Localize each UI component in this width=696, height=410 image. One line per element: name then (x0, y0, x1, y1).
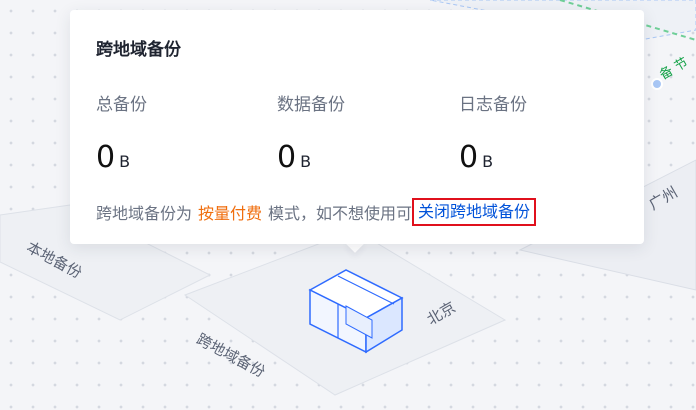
log-backup-stat: 日志备份 0B (459, 90, 527, 179)
path-node (651, 78, 663, 90)
billing-note: 跨地域备份为 按量付费 模式，如不想使用可 关闭跨地域备份 (96, 198, 537, 226)
stat-number: 0 (96, 140, 116, 175)
note-suffix: 模式，如不想使用可 (268, 204, 413, 223)
close-cross-region-backup-link[interactable]: 关闭跨地域备份 (412, 198, 537, 226)
data-backup-stat: 数据备份 0B (277, 90, 345, 179)
total-backup-stat: 总备份 0B (96, 90, 147, 179)
popover-title: 跨地域备份 (96, 40, 181, 60)
stat-number: 0 (277, 140, 297, 175)
stat-unit: B (482, 152, 494, 171)
stat-value: 0B (277, 141, 345, 179)
stat-value: 0B (459, 141, 527, 179)
stat-label: 数据备份 (277, 95, 345, 115)
stat-label: 总备份 (96, 95, 147, 115)
stat-unit: B (300, 152, 312, 171)
stat-value: 0B (96, 141, 147, 179)
stat-unit: B (119, 152, 131, 171)
stat-number: 0 (459, 140, 479, 175)
billing-mode: 按量付费 (198, 204, 263, 223)
note-prefix: 跨地域备份为 (96, 204, 193, 223)
cross-region-backup-popover: 跨地域备份 总备份 0B 数据备份 0B 日志备份 0B 跨地域备份为 按量付费… (70, 10, 644, 244)
stat-label: 日志备份 (459, 95, 527, 115)
